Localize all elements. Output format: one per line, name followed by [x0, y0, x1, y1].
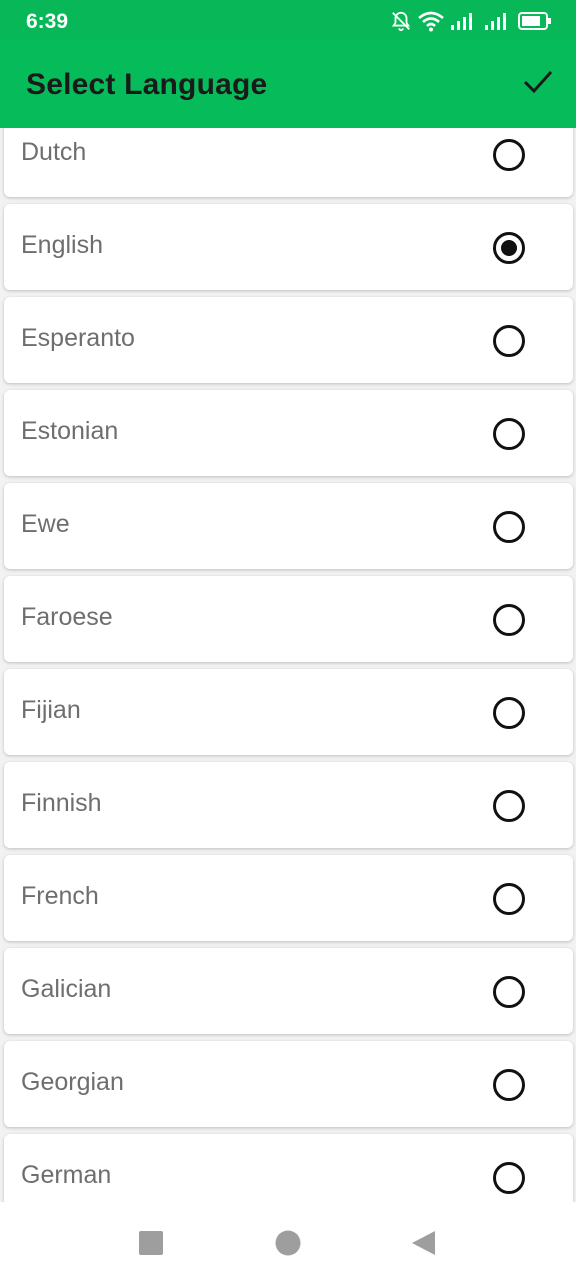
radio-button[interactable]: [493, 790, 525, 822]
radio-button-selected[interactable]: [493, 232, 525, 264]
language-item-dutch[interactable]: Dutch: [4, 128, 573, 197]
back-triangle-icon[interactable]: [409, 1228, 439, 1258]
radio-button[interactable]: [493, 883, 525, 915]
language-item-finnish[interactable]: Finnish: [4, 762, 573, 848]
language-list[interactable]: Dutch English Esperanto Estonian Ewe Far…: [0, 128, 576, 1202]
bell-off-icon: [390, 10, 412, 32]
language-item-ewe[interactable]: Ewe: [4, 483, 573, 569]
language-label: French: [21, 882, 99, 910]
radio-button[interactable]: [493, 1162, 525, 1194]
language-label: Galician: [21, 975, 112, 1003]
page-title: Select Language: [26, 68, 268, 101]
signal-icon: [484, 11, 512, 31]
language-item-faroese[interactable]: Faroese: [4, 576, 573, 662]
signal-icon: [450, 11, 478, 31]
app-bar: Select Language: [0, 40, 576, 128]
radio-button[interactable]: [493, 1069, 525, 1101]
language-item-english[interactable]: English: [4, 204, 573, 290]
radio-button[interactable]: [493, 511, 525, 543]
confirm-button[interactable]: [514, 62, 562, 106]
language-item-german[interactable]: German: [4, 1134, 573, 1202]
radio-button[interactable]: [493, 418, 525, 450]
language-item-esperanto[interactable]: Esperanto: [4, 297, 573, 383]
status-time: 6:39: [26, 10, 69, 33]
language-label: Estonian: [21, 417, 119, 445]
language-label: Faroese: [21, 603, 113, 631]
language-item-french[interactable]: French: [4, 855, 573, 941]
language-label: English: [21, 231, 103, 259]
radio-button[interactable]: [493, 697, 525, 729]
status-icons: [390, 9, 552, 33]
language-label: Esperanto: [21, 324, 135, 352]
language-label: Fijian: [21, 696, 81, 724]
navigation-bar: [0, 1202, 576, 1280]
language-item-georgian[interactable]: Georgian: [4, 1041, 573, 1127]
battery-icon: [518, 11, 552, 31]
radio-button[interactable]: [493, 325, 525, 357]
language-label: Dutch: [21, 138, 87, 166]
language-item-estonian[interactable]: Estonian: [4, 390, 573, 476]
recents-square-icon[interactable]: [136, 1228, 166, 1258]
radio-button[interactable]: [493, 976, 525, 1008]
language-item-galician[interactable]: Galician: [4, 948, 573, 1034]
language-item-fijian[interactable]: Fijian: [4, 669, 573, 755]
radio-button[interactable]: [493, 604, 525, 636]
language-label: Finnish: [21, 789, 102, 817]
radio-button[interactable]: [493, 139, 525, 171]
home-circle-icon[interactable]: [273, 1228, 303, 1258]
wifi-icon: [418, 10, 444, 32]
language-label: Georgian: [21, 1068, 124, 1096]
status-bar: 6:39: [0, 0, 576, 40]
language-label: German: [21, 1161, 112, 1189]
language-label: Ewe: [21, 510, 70, 538]
check-icon: [522, 68, 554, 101]
